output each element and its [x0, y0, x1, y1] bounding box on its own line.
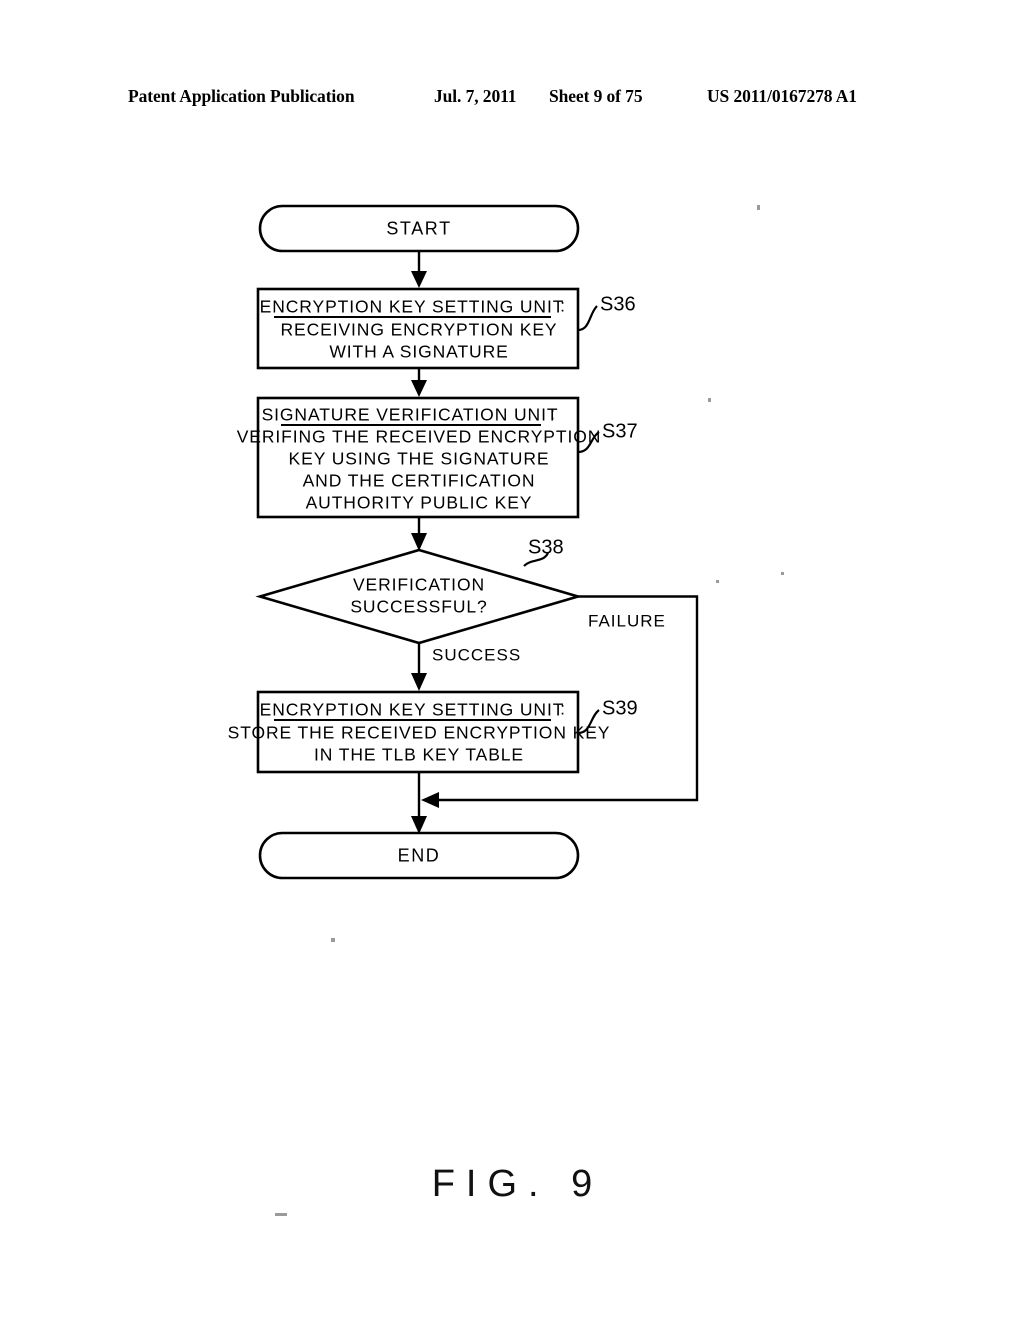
end-terminal-label: END — [398, 845, 441, 865]
process-box-s37-line2: KEY USING THE SIGNATURE — [289, 449, 550, 469]
arrowhead — [411, 380, 427, 397]
arrowhead — [411, 816, 427, 834]
process-box-s39-title: ENCRYPTION KEY SETTING UNIT — [260, 700, 565, 720]
process-box-s36-line2: WITH A SIGNATURE — [329, 342, 508, 362]
process-box-s37-line4: AUTHORITY PUBLIC KEY — [306, 493, 533, 513]
process-box-s37-line1: VERIFING THE RECEIVED ENCRYPTION — [237, 427, 602, 447]
branch-label-failure: FAILURE — [588, 611, 666, 630]
process-box-s36-colon: : — [560, 296, 566, 316]
decision-label-line2: SUCCESSFUL? — [350, 597, 487, 617]
process-box-s37-title: SIGNATURE VERIFICATION UNIT — [262, 405, 559, 425]
process-box-s39-line2: IN THE TLB KEY TABLE — [314, 745, 524, 765]
arrowhead — [421, 792, 439, 808]
scan-speck — [716, 580, 719, 583]
scan-speck — [275, 1213, 287, 1216]
flowchart-diagram: START ENCRYPTION KEY SETTING UNIT : RECE… — [228, 204, 784, 1216]
process-box-s36-title: ENCRYPTION KEY SETTING UNIT — [260, 297, 565, 317]
process-box-s37-line3: AND THE CERTIFICATION — [303, 471, 536, 491]
arrowhead — [411, 533, 427, 551]
arrowhead — [411, 673, 427, 691]
leader-line-s36 — [577, 305, 598, 332]
process-box-s37-colon: : — [550, 404, 556, 424]
step-label-s36: S36 — [600, 293, 636, 315]
process-box-s39-line1: STORE THE RECEIVED ENCRYPTION KEY — [228, 723, 611, 743]
step-label-s39: S39 — [602, 697, 638, 719]
start-terminal-label: START — [386, 218, 451, 238]
branch-label-success: SUCCESS — [432, 645, 521, 664]
scan-speck — [781, 572, 784, 575]
step-label-s38: S38 — [528, 536, 564, 558]
figure-caption: FIG. 9 — [431, 1163, 604, 1205]
decision-label-line1: VERIFICATION — [353, 575, 485, 595]
process-box-s36-line1: RECEIVING ENCRYPTION KEY — [280, 320, 557, 340]
arrowhead — [411, 271, 427, 288]
step-label-s37: S37 — [602, 420, 638, 442]
scan-speck — [331, 938, 335, 942]
scan-speck — [757, 205, 760, 210]
scan-speck — [708, 398, 711, 402]
process-box-s39-colon: : — [560, 699, 566, 719]
